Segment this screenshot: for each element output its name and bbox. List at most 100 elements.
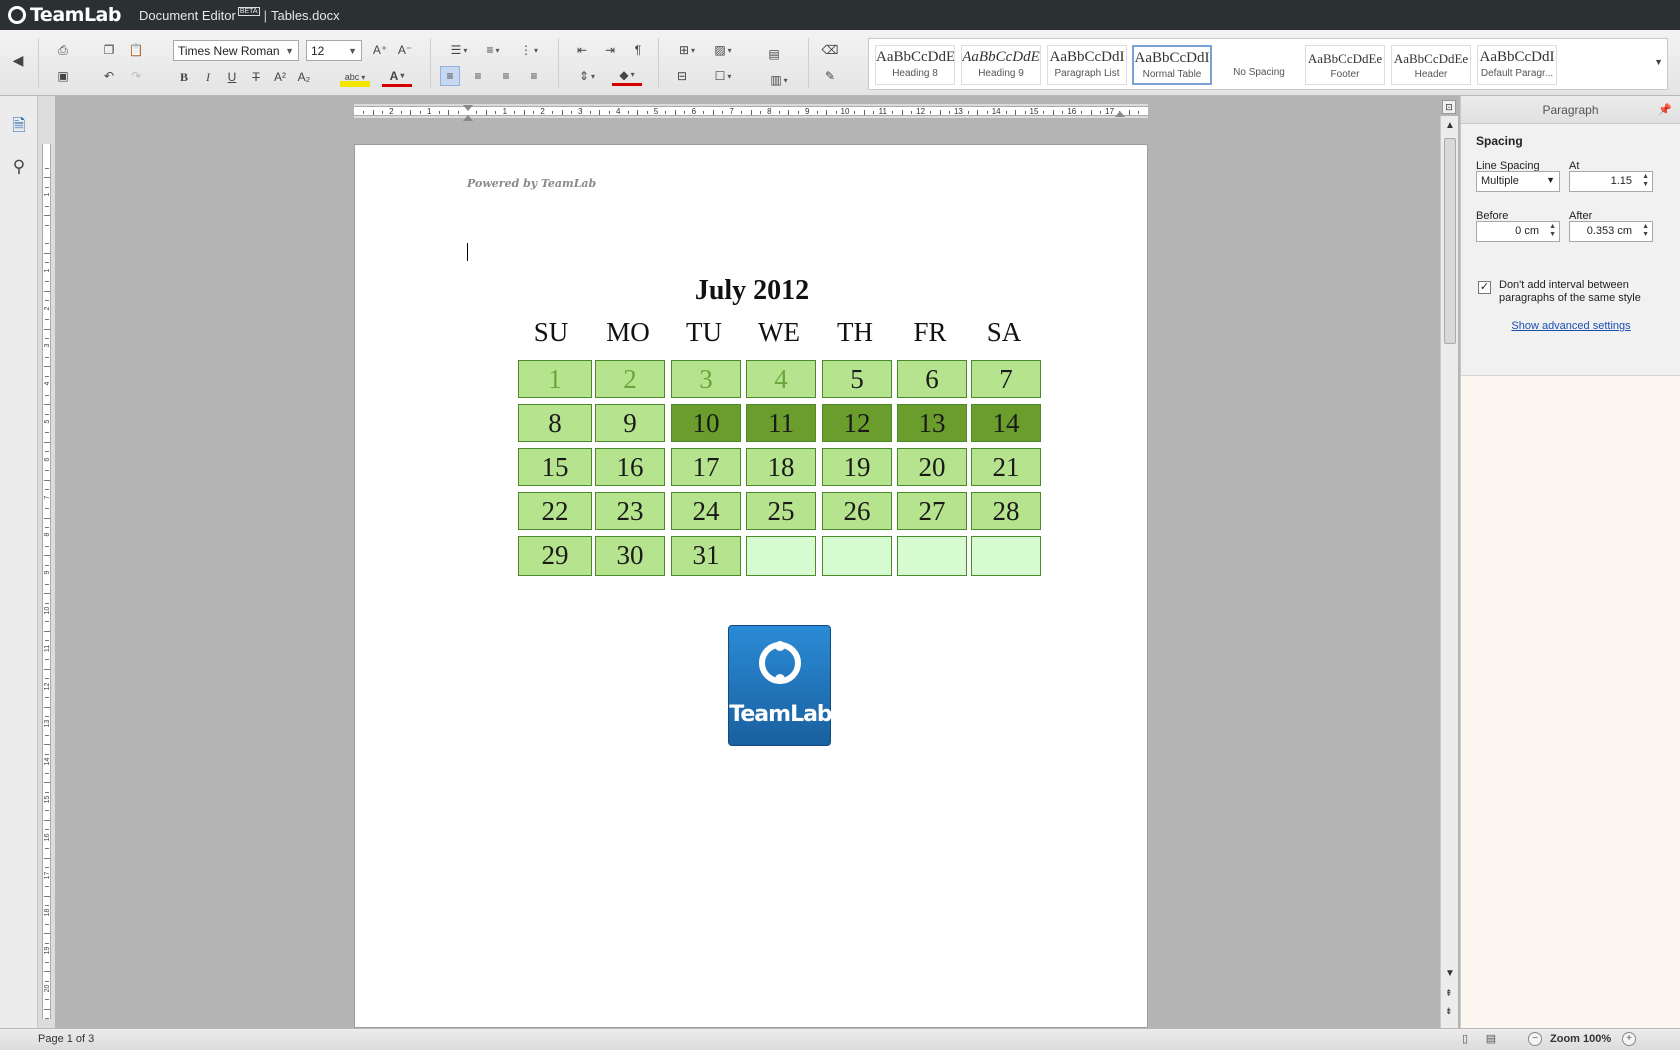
calendar-day-cell[interactable]: 18 <box>746 448 816 486</box>
paragraph-marks-icon[interactable]: ¶ <box>628 40 648 60</box>
teamlab-logo-image[interactable]: TeamLab <box>728 625 833 746</box>
calendar-day-cell[interactable]: 19 <box>822 448 892 486</box>
left-indent-marker[interactable] <box>463 115 473 121</box>
bold-icon[interactable]: B <box>174 67 194 87</box>
print-icon[interactable]: ⎙ <box>53 40 73 60</box>
spinner-arrows-icon[interactable]: ▲ ▼ <box>1642 223 1649 239</box>
calendar-day-cell[interactable]: 7 <box>971 360 1041 398</box>
page-break-icon[interactable]: ⊟ <box>672 66 692 86</box>
align-justify-icon[interactable]: ≡ <box>524 66 544 86</box>
page-margins-icon[interactable]: ☐ <box>708 66 738 86</box>
document-page[interactable]: Powered by TeamLab July 2012 TeamLab SU M… <box>354 144 1148 1028</box>
paste-icon[interactable]: 📋 <box>126 40 146 60</box>
before-spinner[interactable]: 0 cm ▲ ▼ <box>1476 221 1560 242</box>
copy-style-icon[interactable]: ✎ <box>820 66 840 86</box>
underline-icon[interactable]: U <box>222 67 242 87</box>
calendar-day-cell[interactable]: 23 <box>595 492 665 530</box>
after-spinner[interactable]: 0.353 cm ▲ ▼ <box>1569 221 1653 242</box>
app-logo[interactable]: TeamLab <box>8 4 121 26</box>
line-spacing-select[interactable]: Multiple ▼ <box>1476 171 1560 192</box>
style-heading-9[interactable]: AaBbCcDdE Heading 9 <box>961 45 1041 85</box>
back-arrow-icon[interactable]: ◀ <box>8 50 28 70</box>
right-indent-marker[interactable] <box>1114 111 1125 117</box>
decrease-indent-icon[interactable]: ⇤ <box>572 40 592 60</box>
calendar-day-cell[interactable]: 24 <box>671 492 741 530</box>
calendar-day-cell[interactable]: 20 <box>897 448 967 486</box>
spinner-arrows-icon[interactable]: ▲ ▼ <box>1642 173 1649 189</box>
calendar-day-cell[interactable]: 5 <box>822 360 892 398</box>
numbering-icon[interactable]: ≡ <box>478 40 508 60</box>
zoom-in-icon[interactable]: + <box>1622 1032 1636 1046</box>
calendar-day-cell[interactable]: 29 <box>518 536 592 576</box>
strikethrough-icon[interactable]: T <box>246 67 266 87</box>
fit-width-icon[interactable]: ▤ <box>1484 1032 1498 1046</box>
calendar-day-cell[interactable]: 12 <box>822 404 892 442</box>
calendar-day-cell[interactable]: 25 <box>746 492 816 530</box>
copy-icon[interactable]: ❐ <box>99 40 119 60</box>
line-spacing-icon[interactable]: ⇕ <box>572 66 602 86</box>
calendar-empty-cell[interactable] <box>746 536 816 576</box>
increase-font-icon[interactable]: A⁺ <box>370 40 390 60</box>
increase-indent-icon[interactable]: ⇥ <box>600 40 620 60</box>
align-right-icon[interactable]: ≡ <box>496 66 516 86</box>
calendar-day-cell[interactable]: 28 <box>971 492 1041 530</box>
style-paragraph-list[interactable]: AaBbCcDdI Paragraph List <box>1047 45 1127 85</box>
calendar-day-cell[interactable]: 30 <box>595 536 665 576</box>
style-header[interactable]: AaBbCcDdEe Header <box>1391 45 1471 85</box>
decrease-font-icon[interactable]: A⁻ <box>395 40 415 60</box>
multilevel-list-icon[interactable]: ⋮ <box>514 40 544 60</box>
insert-image-icon[interactable]: ▨ <box>708 40 738 60</box>
save-icon[interactable]: ▣ <box>53 66 73 86</box>
calendar-day-cell[interactable]: 21 <box>971 448 1041 486</box>
calendar-day-cell[interactable]: 17 <box>671 448 741 486</box>
zoom-out-icon[interactable]: − <box>1528 1032 1542 1046</box>
calendar-day-cell[interactable]: 27 <box>897 492 967 530</box>
font-family-select[interactable]: Times New Roman ▼ <box>173 40 299 61</box>
view-options-icon[interactable]: ⊡ <box>1442 100 1456 114</box>
style-normal-table[interactable]: AaBbCcDdI Normal Table <box>1132 45 1212 85</box>
same-style-interval-checkbox[interactable]: ✓ <box>1478 281 1491 294</box>
at-spinner[interactable]: 1.15 ▲ ▼ <box>1569 171 1653 192</box>
calendar-day-cell[interactable]: 15 <box>518 448 592 486</box>
calendar-day-cell[interactable]: 4 <box>746 360 816 398</box>
calendar-empty-cell[interactable] <box>971 536 1041 576</box>
insert-table-icon[interactable]: ⊞ <box>672 40 702 60</box>
redo-icon[interactable]: ↷ <box>126 66 146 86</box>
first-line-indent-marker[interactable] <box>463 105 473 111</box>
superscript-icon[interactable]: A² <box>270 67 290 87</box>
calendar-day-cell[interactable]: 22 <box>518 492 592 530</box>
style-no-spacing[interactable]: No Spacing <box>1219 45 1299 85</box>
undo-icon[interactable]: ↶ <box>99 66 119 86</box>
next-page-icon[interactable]: ⇟ <box>1445 1006 1453 1017</box>
style-default-paragraph[interactable]: AaBbCcDdI Default Paragr... <box>1477 45 1557 85</box>
calendar-day-cell[interactable]: 16 <box>595 448 665 486</box>
fit-page-icon[interactable]: ▯ <box>1458 1032 1472 1046</box>
vertical-scrollbar[interactable]: ▲ ▼ ⇞ ⇟ <box>1440 116 1458 1028</box>
calendar-day-cell[interactable]: 9 <box>595 404 665 442</box>
columns-icon[interactable]: ▥ <box>764 70 794 90</box>
shading-icon[interactable]: ◆ <box>612 66 642 86</box>
pin-icon[interactable]: 📌 <box>1658 96 1672 124</box>
search-icon[interactable]: ⚲ <box>9 156 29 178</box>
scrollbar-thumb[interactable] <box>1444 138 1456 344</box>
clear-style-icon[interactable]: ⌫ <box>820 40 840 60</box>
italic-icon[interactable]: I <box>198 67 218 87</box>
highlight-color-icon[interactable]: abc <box>340 67 370 87</box>
previous-page-icon[interactable]: ⇞ <box>1445 988 1453 999</box>
bullets-icon[interactable]: ☰ <box>444 40 474 60</box>
calendar-empty-cell[interactable] <box>822 536 892 576</box>
styles-expand-icon[interactable]: ▼ <box>1654 57 1663 67</box>
align-left-icon[interactable]: ≡ <box>440 66 460 86</box>
subscript-icon[interactable]: A₂ <box>294 67 314 87</box>
align-center-icon[interactable]: ≡ <box>468 66 488 86</box>
scroll-up-icon[interactable]: ▲ <box>1445 120 1455 131</box>
font-size-select[interactable]: 12 ▼ <box>306 40 362 61</box>
calendar-empty-cell[interactable] <box>897 536 967 576</box>
spinner-arrows-icon[interactable]: ▲ ▼ <box>1549 223 1556 239</box>
calendar-day-cell[interactable]: 14 <box>971 404 1041 442</box>
calendar-day-cell[interactable]: 8 <box>518 404 592 442</box>
calendar-day-cell[interactable]: 3 <box>671 360 741 398</box>
calendar-day-cell[interactable]: 26 <box>822 492 892 530</box>
font-color-icon[interactable]: A <box>382 67 412 87</box>
style-heading-8[interactable]: AaBbCcDdE Heading 8 <box>875 45 955 85</box>
